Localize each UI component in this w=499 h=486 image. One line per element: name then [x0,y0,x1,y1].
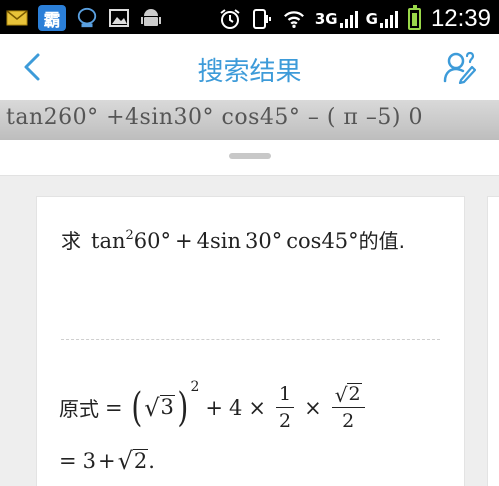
signal-icon: 3G G [315,10,398,28]
tan-exponent: 2 [125,228,134,243]
question-sin: sin [209,229,242,253]
app-header: 搜索结果 [0,34,499,100]
signal-bars-1 [339,10,358,28]
question-coef: 4 [196,229,210,253]
fraction-2-den: 2 [342,409,355,432]
solution-times-2: × [304,395,322,420]
question-angle3: 45° [321,229,359,253]
network-3g-label: 3G [314,10,338,28]
fraction-2-radicand: 2 [347,383,362,406]
solution-line-2: = 3 + √ 2 . [59,449,155,473]
right-paren: ) [177,384,189,431]
question-suffix: 的值. [358,229,406,253]
drag-handle[interactable] [229,153,271,159]
solution-coef: 4 [229,395,243,420]
alarm-icon [219,8,241,30]
fraction-1-den: 2 [279,410,292,432]
solution-line-1: 原式 = ( √ 3 ) 2 + 4 × 1 2 × √ 2 2 [59,379,369,432]
fraction-1: 1 2 [276,383,295,432]
scanned-text: tan260° +4sin30° cos45° – ( π –5) 0 [6,105,423,130]
question-tan: tan2 [91,228,134,253]
sqrt-3: √ 3 [144,393,175,422]
android-icon [140,7,162,29]
drag-handle-area [0,140,499,176]
solution-exponent: 2 [190,379,200,395]
fraction-2: √ 2 2 [331,382,365,432]
fraction-2-num: √ 2 [331,382,365,408]
radical-sign: √ [117,447,133,476]
fraction-1-num: 1 [276,383,295,408]
sqrt-radicand: 3 [159,395,175,420]
chat-icon [76,7,98,29]
page-title: 搜索结果 [197,57,302,87]
section-divider [61,339,440,340]
question-prefix: 求 [61,229,81,253]
image-icon [108,7,130,29]
line2-sqrt: √ 2 [118,449,149,473]
question-plus: + [175,229,193,253]
question-angle2: 30° [245,229,283,253]
line2-term-a: 3 [82,449,96,474]
scanned-question-image[interactable]: tan260° +4sin30° cos45° – ( π –5) 0 [0,100,499,140]
next-result-card[interactable] [487,196,499,486]
question-text: 求 tan2 60° + 4 sin 30° cos 45° 的值. [61,225,405,254]
status-left: 霸 [6,5,162,31]
line2-period: . [148,449,155,474]
line2-plus: + [97,449,116,474]
signal-bars-2 [379,10,398,28]
mail-icon [6,7,28,29]
question-cos: cos [286,229,322,253]
radical-sign: √ [334,382,348,407]
question-angle1: 60° [133,229,171,253]
solution-label: 原式 [59,397,99,421]
status-right: 3G G 12:39 [219,5,491,33]
line2-equals: = [59,449,77,474]
network-g-label: G [365,10,378,28]
solution-plus: + [205,395,224,420]
ask-teacher-button[interactable] [439,47,479,87]
battery-icon [407,5,421,30]
left-paren: ( [130,384,142,431]
radical-sign: √ [144,393,160,422]
line2-radicand: 2 [132,449,149,473]
wifi-icon [283,8,305,30]
status-bar: 霸 3G G 12:39 [0,0,499,34]
solution-equals: = [105,395,123,420]
result-card[interactable]: 求 tan2 60° + 4 sin 30° cos 45° 的值. 原式 = … [36,196,465,486]
tan-label: tan [91,229,126,253]
solution-times-1: × [248,395,267,420]
user-edit-icon [443,51,476,84]
app-ba-icon: 霸 [38,5,66,31]
status-time: 12:39 [430,5,491,32]
silent-icon [251,8,273,30]
